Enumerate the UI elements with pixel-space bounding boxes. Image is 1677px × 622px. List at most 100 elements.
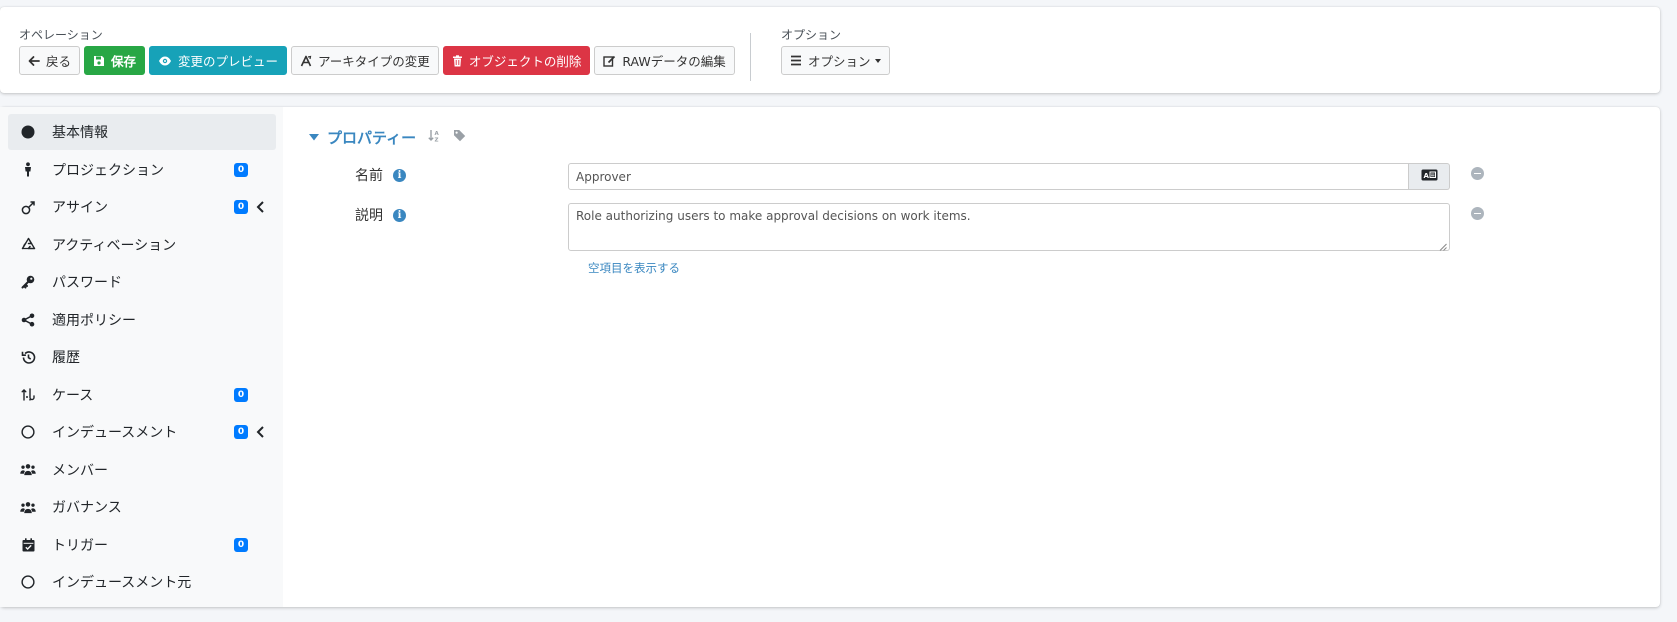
save-button[interactable]: 保存	[84, 46, 146, 75]
case-icon	[20, 387, 36, 403]
name-field-label: 名前 i	[355, 165, 406, 185]
operations-card: オペレーション 戻る 保存 変更のプレビュー アーキタイプの変更 オブジェクトの…	[0, 7, 1660, 93]
sidebar-item-induced-by[interactable]: インデュースメント元	[8, 564, 276, 600]
sidebar-item-label: メンバー	[52, 462, 108, 479]
toolbar-divider	[750, 33, 751, 81]
id-card-icon: A	[1421, 169, 1438, 185]
operations-toolbar: 戻る 保存 変更のプレビュー アーキタイプの変更 オブジェクトの削除 RAWデー…	[19, 46, 735, 75]
sidebar-item-triggers[interactable]: トリガー 0	[8, 527, 276, 563]
circle-outline-icon	[20, 574, 36, 590]
arrow-left-icon	[28, 55, 40, 67]
key-icon	[20, 274, 36, 290]
options-button-label: オプション	[808, 54, 871, 69]
caret-down-icon	[874, 58, 881, 63]
options-label: オプション	[781, 28, 842, 42]
properties-header[interactable]: プロパティー AZ	[309, 127, 466, 148]
properties-title[interactable]: プロパティー	[327, 127, 416, 148]
show-empty-fields-link[interactable]: 空項目を表示する	[588, 260, 680, 276]
options-toolbar: オプション	[781, 46, 890, 75]
share-icon	[20, 312, 36, 328]
chevron-left-icon[interactable]	[254, 200, 268, 214]
person-icon	[20, 162, 36, 178]
sidebar-item-label: インデュースメント元	[52, 575, 192, 591]
change-archetype-label: アーキタイプの変更	[318, 54, 430, 69]
sidebar-item-activation[interactable]: アクティベーション	[8, 227, 276, 263]
floppy-icon	[93, 55, 105, 67]
sidebar-item-inducement[interactable]: インデュースメント 0	[8, 414, 276, 450]
sidebar-item-policies[interactable]: 適用ポリシー	[8, 302, 276, 338]
name-input[interactable]: Approver	[568, 163, 1409, 190]
eye-icon	[158, 55, 172, 67]
operations-label: オペレーション	[19, 28, 103, 42]
assignment-icon	[20, 199, 36, 215]
description-field-label: 説明 i	[355, 205, 406, 225]
options-dropdown-button[interactable]: オプション	[781, 46, 890, 75]
name-addon-button[interactable]: A	[1409, 163, 1450, 190]
change-archetype-button[interactable]: アーキタイプの変更	[291, 46, 439, 75]
archetype-icon	[300, 55, 312, 67]
tag-icon[interactable]	[453, 129, 466, 146]
sidebar-item-label: トリガー	[52, 537, 108, 554]
delete-object-button[interactable]: オブジェクトの削除	[442, 46, 591, 75]
edit-icon	[603, 55, 616, 67]
remove-name-button[interactable]	[1471, 167, 1484, 180]
sidebar-item-members[interactable]: メンバー	[8, 452, 276, 488]
sidebar-item-assignment[interactable]: アサイン 0	[8, 189, 276, 225]
sidebar-item-label: プロジェクション	[52, 162, 164, 179]
history-icon	[20, 349, 36, 365]
back-button[interactable]: 戻る	[19, 46, 81, 75]
delete-object-label: オブジェクトの削除	[468, 54, 582, 69]
calendar-check-icon	[20, 537, 36, 553]
count-badge: 0	[234, 387, 248, 402]
description-textarea[interactable]: Role authorizing users to make approval …	[568, 203, 1450, 251]
resize-grip-icon[interactable]	[1439, 240, 1447, 251]
svg-text:Z: Z	[435, 137, 439, 142]
chevron-left-icon[interactable]	[254, 425, 268, 439]
sidebar-item-label: 基本情報	[52, 125, 108, 141]
sidebar-item-label: ケース	[52, 387, 94, 404]
description-text: Role authorizing users to make approval …	[576, 209, 971, 223]
sidebar-item-governance[interactable]: ガバナンス	[8, 489, 276, 525]
sidebar: 基本情報 プロジェクション 0 アサイン 0 アクティベーション パスワード 適…	[0, 107, 283, 607]
sidebar-item-cases[interactable]: ケース 0	[8, 377, 276, 413]
count-badge: 0	[234, 200, 248, 214]
users-icon	[20, 462, 36, 478]
description-label-text: 説明	[355, 208, 383, 224]
preview-changes-label: 変更のプレビュー	[178, 54, 279, 69]
sidebar-item-history[interactable]: 履歴	[8, 339, 276, 375]
users-icon	[20, 499, 36, 515]
svg-text:A: A	[1423, 171, 1429, 179]
save-button-label: 保存	[111, 54, 137, 69]
recycle-icon	[20, 237, 36, 253]
sidebar-item-label: ガバナンス	[52, 500, 122, 516]
sidebar-item-basic[interactable]: 基本情報	[8, 114, 276, 150]
sidebar-item-label: 適用ポリシー	[52, 312, 136, 329]
edit-raw-label: RAWデータの編集	[622, 54, 726, 69]
bars-icon	[790, 55, 802, 66]
remove-description-button[interactable]	[1471, 207, 1484, 220]
info-icon[interactable]: i	[393, 208, 406, 222]
sidebar-item-label: インデュースメント	[52, 425, 178, 441]
sort-icon[interactable]: AZ	[428, 129, 442, 146]
back-button-label: 戻る	[46, 54, 72, 69]
trash-icon	[452, 54, 463, 67]
preview-changes-button[interactable]: 変更のプレビュー	[149, 46, 288, 75]
edit-raw-button[interactable]: RAWデータの編集	[594, 46, 735, 75]
sidebar-item-password[interactable]: パスワード	[8, 264, 276, 300]
count-badge: 0	[234, 425, 248, 439]
name-label-text: 名前	[355, 168, 383, 184]
info-icon[interactable]: i	[393, 168, 406, 182]
svg-text:A: A	[435, 131, 440, 137]
caret-down-icon[interactable]	[309, 130, 319, 145]
sidebar-item-projection[interactable]: プロジェクション 0	[8, 152, 276, 188]
circle-outline-icon	[20, 424, 36, 440]
sidebar-item-label: 履歴	[52, 350, 80, 366]
count-badge: 0	[234, 537, 248, 552]
sidebar-item-label: アクティベーション	[52, 237, 177, 254]
circle-filled-icon	[20, 124, 36, 140]
main-card: 基本情報 プロジェクション 0 アサイン 0 アクティベーション パスワード 適…	[0, 107, 1660, 607]
count-badge: 0	[234, 162, 248, 177]
sidebar-item-label: パスワード	[52, 275, 122, 291]
sidebar-item-label: アサイン	[52, 200, 108, 216]
name-input-group: Approver A	[568, 163, 1450, 190]
